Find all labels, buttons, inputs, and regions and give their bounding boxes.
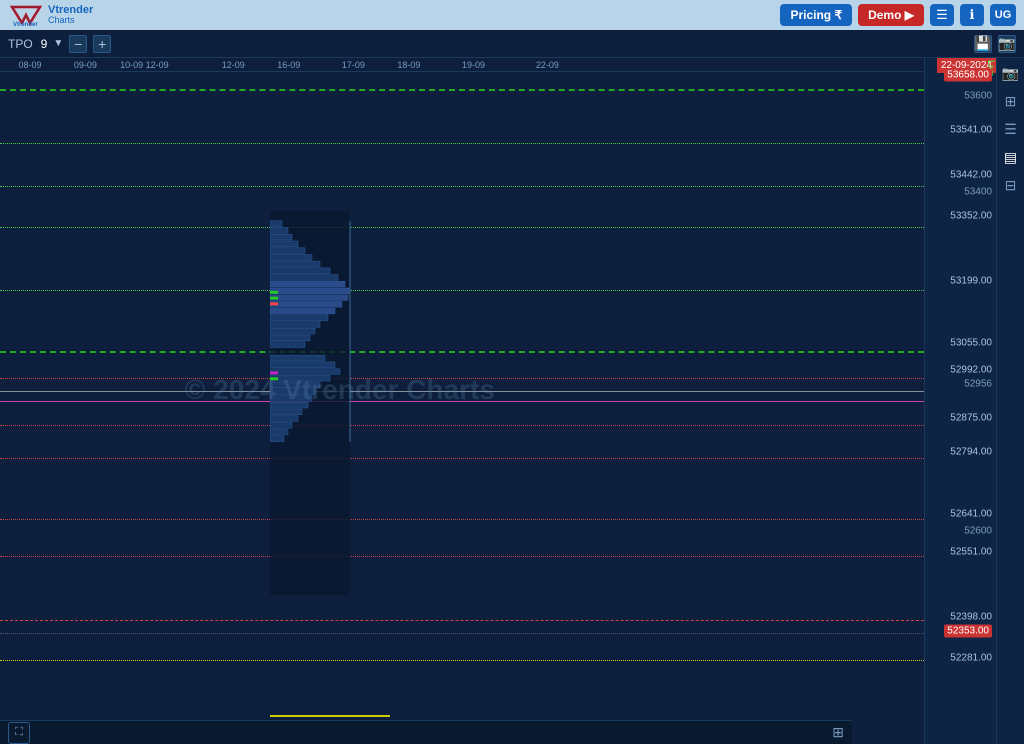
- price-line-53352: [0, 227, 924, 228]
- date-1809: 18-09: [397, 60, 420, 70]
- price-line-53442: [0, 186, 924, 187]
- pricing-button[interactable]: Pricing ₹: [780, 4, 852, 26]
- date-axis: 08-09 09-09 10-09 12-09 12-09 16-09 17-0…: [0, 58, 924, 72]
- info-button[interactable]: ℹ: [960, 4, 984, 26]
- sidebar-lines-icon[interactable]: ▤: [1000, 146, 1022, 168]
- price-52956: 52956: [964, 378, 992, 389]
- price-52992: 52992.00: [950, 365, 992, 376]
- price-line-53199: [0, 290, 924, 291]
- date-1909: 19-09: [462, 60, 485, 70]
- price-52875: 52875.00: [950, 413, 992, 424]
- price-53658: 53658.00: [944, 69, 992, 82]
- price-axis: 22-09-2024 Live 53658.00 53600 53541.00 …: [924, 58, 996, 744]
- save-button[interactable]: 💾: [974, 35, 992, 53]
- price-52353: 52353.00: [944, 624, 992, 637]
- svg-text:Vtrender: Vtrender: [13, 22, 38, 27]
- price-line-52875: [0, 425, 924, 426]
- price-line-53541: [0, 143, 924, 144]
- date-0909: 09-09: [74, 60, 97, 70]
- price-line-pink: [0, 401, 924, 402]
- price-53400: 53400: [964, 186, 992, 197]
- bottom-bar: ⛶ ⊞: [0, 720, 852, 744]
- price-line-52551: [0, 556, 924, 557]
- expand-button[interactable]: ⛶: [8, 722, 30, 744]
- avatar-button[interactable]: UG: [990, 4, 1016, 26]
- price-52398: 52398.00: [950, 612, 992, 623]
- price-53600: 53600: [964, 90, 992, 101]
- sidebar-grid2x2-icon[interactable]: ⊞: [1000, 90, 1022, 112]
- sidebar-camera-icon[interactable]: 📷: [1000, 62, 1022, 84]
- chart-area[interactable]: 08-09 09-09 10-09 12-09 12-09 16-09 17-0…: [0, 58, 924, 744]
- main-layout: 08-09 09-09 10-09 12-09 12-09 16-09 17-0…: [0, 58, 1024, 744]
- tpo-plus-button[interactable]: +: [93, 35, 111, 53]
- chart-canvas: © 2024 Vtrender Charts: [0, 72, 924, 744]
- price-line-52956: [0, 391, 924, 392]
- tpo-dropdown[interactable]: ▼: [53, 38, 63, 49]
- price-53199: 53199.00: [950, 275, 992, 286]
- price-53442: 53442.00: [950, 169, 992, 180]
- sidebar-menu-icon[interactable]: ☰: [1000, 118, 1022, 140]
- toolbar-right: 💾 📷: [974, 35, 1016, 53]
- demo-button[interactable]: Demo ▶: [858, 4, 924, 26]
- price-52281: 52281.00: [950, 653, 992, 664]
- date-1009: 10-09 12-09: [120, 60, 169, 70]
- price-line-52794: [0, 458, 924, 459]
- sidebar-table-icon[interactable]: ⊟: [1000, 174, 1022, 196]
- header: Vtrender Vtrender Charts Pricing ₹ Demo …: [0, 0, 1024, 30]
- price-line-52353: [0, 633, 924, 634]
- date-0808: 08-09: [18, 60, 41, 70]
- tpo-value: 9: [41, 37, 48, 51]
- menu-button[interactable]: ☰: [930, 4, 954, 26]
- price-53055: 53055.00: [950, 337, 992, 348]
- price-line-52398: [0, 620, 924, 621]
- date-1709: 17-09: [342, 60, 365, 70]
- logo-area: Vtrender Vtrender Charts: [8, 3, 93, 27]
- price-line-52641: [0, 519, 924, 520]
- toolbar: TPO 9 ▼ − + 💾 📷: [0, 30, 1024, 58]
- vtrender-logo: Vtrender: [8, 3, 44, 27]
- tpo-minus-button[interactable]: −: [69, 35, 87, 53]
- grid-icon[interactable]: ⊞: [832, 724, 844, 741]
- price-53541: 53541.00: [950, 125, 992, 136]
- date-2209: 22-09: [536, 60, 559, 70]
- tpo-label: TPO: [8, 37, 33, 51]
- price-52551: 52551.00: [950, 546, 992, 557]
- price-line-52992: [0, 378, 924, 379]
- price-line-53658: [0, 89, 924, 91]
- right-sidebar: 📷 ⊞ ☰ ▤ ⊟: [996, 58, 1024, 744]
- camera-button[interactable]: 📷: [998, 35, 1016, 53]
- price-53352: 53352.00: [950, 210, 992, 221]
- price-52794: 52794.00: [950, 447, 992, 458]
- tpo-profile-svg: [270, 72, 430, 744]
- date-1209: 12-09: [222, 60, 245, 70]
- price-52600: 52600: [964, 526, 992, 537]
- header-right: Pricing ₹ Demo ▶ ☰ ℹ UG: [780, 4, 1016, 26]
- price-line-53055: [0, 351, 924, 353]
- price-line-52281: [0, 660, 924, 661]
- date-1609: 16-09: [277, 60, 300, 70]
- logo-charts: Charts: [48, 16, 93, 26]
- price-52641: 52641.00: [950, 509, 992, 520]
